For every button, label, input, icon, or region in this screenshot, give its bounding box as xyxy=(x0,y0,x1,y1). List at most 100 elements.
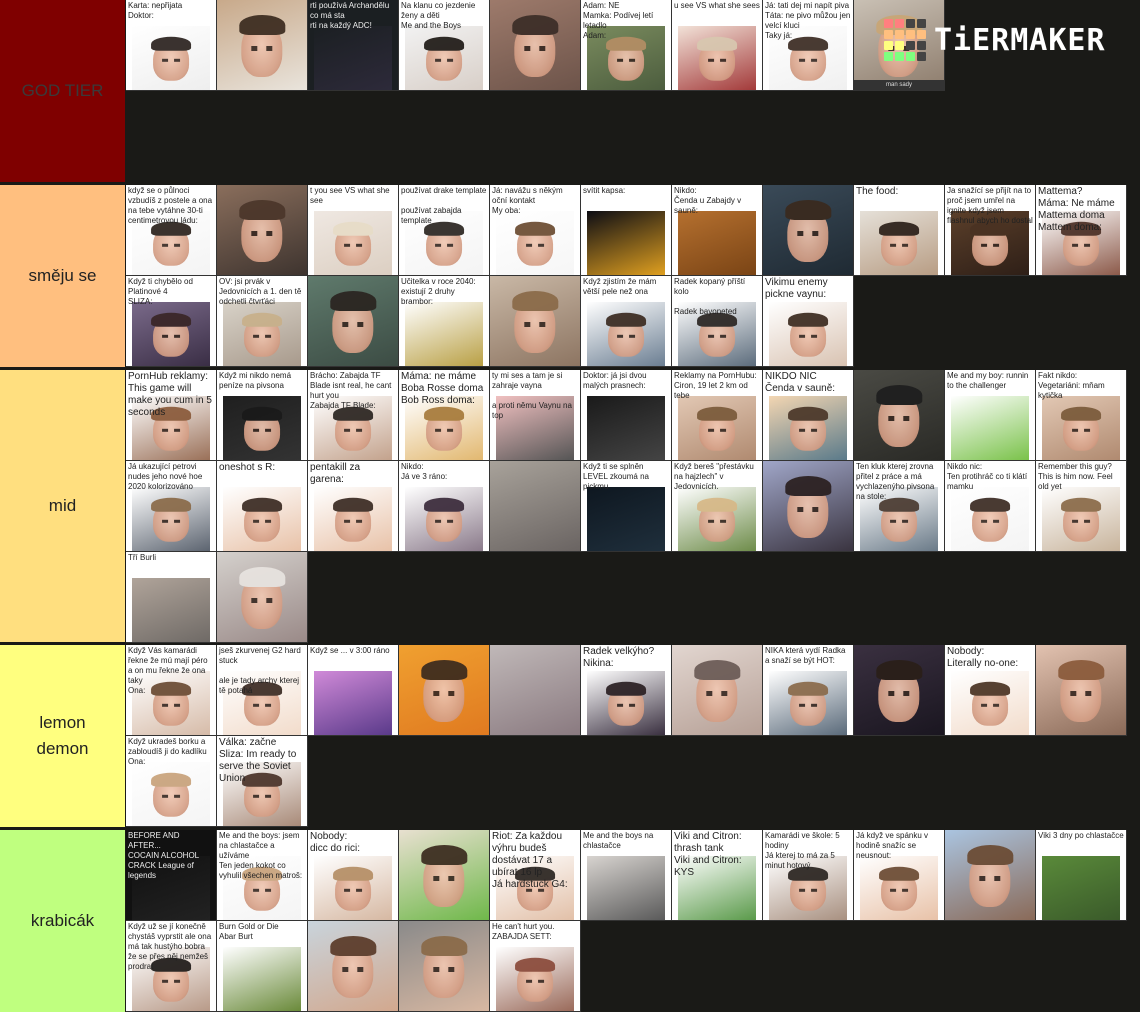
tier-item-tile[interactable]: Reklamy na PornHubu: Ciron, 19 let 2 km … xyxy=(672,370,763,461)
tier-item-tile[interactable]: Nobody: dicc do rici: xyxy=(308,830,399,921)
tier-item-tile[interactable]: Riot: Za každou výhru budeš dostávat 17 … xyxy=(490,830,581,921)
tier-item-tile[interactable]: Ten kluk kterej zrovna přitel z práce a … xyxy=(854,461,945,552)
tier-item-tile[interactable]: Vikimu enemy pickne vaynu: xyxy=(763,276,854,367)
tier-row: krabicák BEFORE AND AFTER... COCAIN ALCOH… xyxy=(0,830,1140,1012)
tier-item-tile[interactable]: Nikdo: Čenda u Zabajdy v sauně: xyxy=(672,185,763,276)
tier-item-tile[interactable]: Máma: ne máme Boba Rosse doma Bob Ross d… xyxy=(399,370,490,461)
tier-item-tile[interactable]: Nikdo: Já ve 3 ráno: xyxy=(399,461,490,552)
tier-item-tile[interactable]: Já když ve spánku v hodině snažíc se neu… xyxy=(854,830,945,921)
tier-item-tile[interactable]: ty mi ses a tam je si zahraje vayna a pr… xyxy=(490,370,581,461)
face-photo xyxy=(332,866,373,911)
tier-item-tile[interactable]: Mattema? Máma: Ne máme Mattema doma Matt… xyxy=(1036,185,1127,276)
tier-item-tile[interactable]: BEFORE AND AFTER... COCAIN ALCOHOL CRACK… xyxy=(126,830,217,921)
tier-item-tile[interactable]: Tří Burli xyxy=(126,552,217,643)
tier-item-tile[interactable]: Když se ... v 3:00 ráno xyxy=(308,645,399,736)
tier-item-tile[interactable] xyxy=(490,276,581,367)
tiermaker-logo[interactable]: TiERMAKER xyxy=(884,19,1106,61)
meme-caption: Já: navážu s někým oční kontakt My oba: xyxy=(492,186,563,215)
face-photo xyxy=(693,659,741,722)
tier-item-tile[interactable]: používat drake template používat zabajda… xyxy=(399,185,490,276)
tier-item-tile[interactable]: Karta: nepřijata Doktor: xyxy=(126,0,217,91)
tier-item-tile[interactable] xyxy=(945,830,1036,921)
tier-item-tile[interactable]: The food: xyxy=(854,185,945,276)
tier-item-tile[interactable]: t you see VS what she see xyxy=(308,185,399,276)
tier-item-tile[interactable]: Když ukradeš borku a zabloudíš ji do kad… xyxy=(126,736,217,827)
tier-item-tile[interactable]: Na klanu co jezdenie ženy a děti Me and … xyxy=(399,0,490,91)
face-photo xyxy=(514,221,555,266)
tier-item-tile[interactable]: pentakill za garena: xyxy=(308,461,399,552)
tier-item-tile[interactable]: NIKDO NIC Čenda v sauně: xyxy=(763,370,854,461)
tier-item-tile[interactable]: Doktor: já jsi dvou malých prasnech: xyxy=(581,370,672,461)
tier-item-tile[interactable]: oneshot s R: xyxy=(217,461,308,552)
tier-item-tile[interactable]: Burn Gold or Die Abar Burt xyxy=(217,921,308,1012)
tier-item-tile[interactable] xyxy=(490,645,581,736)
tier-item-tile[interactable]: He can't hurt you. ZABAJDA SETT: xyxy=(490,921,581,1012)
tier-item-tile[interactable] xyxy=(763,185,854,276)
tier-item-tile[interactable] xyxy=(399,830,490,921)
tier-item-tile[interactable] xyxy=(1036,645,1127,736)
tier-item-tile[interactable] xyxy=(763,461,854,552)
tier-item-tile[interactable]: když se o půlnoci vzbudíš z postele a on… xyxy=(126,185,217,276)
face-photo xyxy=(150,497,191,542)
tier-item-tile[interactable]: Když ti chybělo od Platinové 4 SLIZA: xyxy=(126,276,217,367)
tier-item-tile[interactable]: Remember this guy? This is him now. Feel… xyxy=(1036,461,1127,552)
tier-item-tile[interactable] xyxy=(490,0,581,91)
tier-item-tile[interactable]: PornHub reklamy: This game will make you… xyxy=(126,370,217,461)
tier-item-tile[interactable] xyxy=(490,461,581,552)
tier-item-tile[interactable]: Když ti se splněn LEVEL zkoumá na pickmu xyxy=(581,461,672,552)
tier-item-tile[interactable]: Válka: začne Sliza: Im ready to serve th… xyxy=(217,736,308,827)
meme-image xyxy=(314,487,392,551)
tier-item-tile[interactable] xyxy=(399,645,490,736)
tier-item-tile[interactable] xyxy=(217,185,308,276)
tier-item-tile[interactable]: u see VS what she sees xyxy=(672,0,763,91)
tier-item-tile[interactable]: Radek kopaný příští kolo Radek bayoneted xyxy=(672,276,763,367)
tier-item-tile[interactable] xyxy=(217,0,308,91)
tier-item-tile[interactable]: Viki 3 dny po chlastačce xyxy=(1036,830,1127,921)
meme-caption: Tří Burli xyxy=(128,553,156,562)
face-photo xyxy=(423,406,464,451)
tier-label[interactable]: mid xyxy=(0,370,125,642)
tier-item-tile[interactable]: Když mi nikdo nemá peníze na pivsona xyxy=(217,370,308,461)
tier-item-tile[interactable]: Me and my boy: runnin to the challenger xyxy=(945,370,1036,461)
tier-label[interactable]: směju se xyxy=(0,185,125,367)
tier-label[interactable]: GOD TIER xyxy=(0,0,125,182)
tier-item-tile[interactable]: Když už se jí konečně chystáš vyprstit a… xyxy=(126,921,217,1012)
tier-item-tile[interactable]: Viki and Citron: thrash tank Viki and Ci… xyxy=(672,830,763,921)
face-photo xyxy=(332,406,373,451)
tier-item-tile[interactable]: svítit kapsa: xyxy=(581,185,672,276)
tier-item-tile[interactable]: Když bereš "přestávku na hajzlech" v Jed… xyxy=(672,461,763,552)
tier-item-tile[interactable]: Fakt nikdo: Vegetariáni: mňam kytička xyxy=(1036,370,1127,461)
tier-item-tile[interactable]: Kamarádi ve škole: 5 hodiny Já kterej to… xyxy=(763,830,854,921)
tier-item-tile[interactable]: Me and the boys na chlastačce xyxy=(581,830,672,921)
tier-item-tile[interactable] xyxy=(308,276,399,367)
tier-item-tile[interactable] xyxy=(854,370,945,461)
tier-item-tile[interactable]: Nobody: Literally no-one: xyxy=(945,645,1036,736)
tier-item-tile[interactable]: Já: navážu s někým oční kontakt My oba: xyxy=(490,185,581,276)
tier-item-tile[interactable]: Když Vás kamarádi řekne že mú mají péro … xyxy=(126,645,217,736)
tier-item-tile[interactable] xyxy=(308,921,399,1012)
tier-item-tile[interactable]: Me and the boys: jsem na chlastačce a už… xyxy=(217,830,308,921)
tier-item-tile[interactable]: Adam: NE Mamka: Podívej letí letadlo Ada… xyxy=(581,0,672,91)
tier-label[interactable]: krabicák xyxy=(0,830,125,1012)
tier-item-tile[interactable]: NIKA která vydí Radka a snaží se být HOT… xyxy=(763,645,854,736)
tier-item-tile[interactable]: OV: jsi prvák v Jedovnicích a 1. den tě … xyxy=(217,276,308,367)
logo-grid-cell xyxy=(917,19,926,28)
tier-item-tile[interactable]: Nikdo nic: Ten protihráč co ti klátí mam… xyxy=(945,461,1036,552)
tier-item-tile[interactable]: Já: tati dej mi napít piva Táta: ne pivo… xyxy=(763,0,854,91)
meme-image xyxy=(951,396,1029,460)
tier-item-tile[interactable] xyxy=(399,921,490,1012)
tier-item-tile[interactable]: Ja snažící se přijít na to proč jsem umř… xyxy=(945,185,1036,276)
tier-label[interactable]: lemon demon xyxy=(0,645,125,827)
tier-item-tile[interactable]: Radek velkýho? Nikina: xyxy=(581,645,672,736)
tier-item-tile[interactable]: rti používá Archandělu co má sta rti na … xyxy=(308,0,399,91)
tier-item-tile[interactable] xyxy=(672,645,763,736)
meme-caption: pentakill za garena: xyxy=(310,462,361,485)
tier-item-tile[interactable] xyxy=(217,552,308,643)
tier-item-tile[interactable]: Když zjistím že mám větší pele než ona xyxy=(581,276,672,367)
tier-item-tile[interactable]: Já ukazující petrovi nudes jeho nové hoe… xyxy=(126,461,217,552)
tier-item-tile[interactable]: Učitelka v roce 2040: existují 2 druhy b… xyxy=(399,276,490,367)
tier-item-tile[interactable] xyxy=(854,645,945,736)
face-photo xyxy=(511,290,559,353)
tier-item-tile[interactable]: jseš zkurvenej G2 hard stuck ale je tady… xyxy=(217,645,308,736)
tier-item-tile[interactable]: Brácho: Zabajda TF Blade isnt real, he c… xyxy=(308,370,399,461)
